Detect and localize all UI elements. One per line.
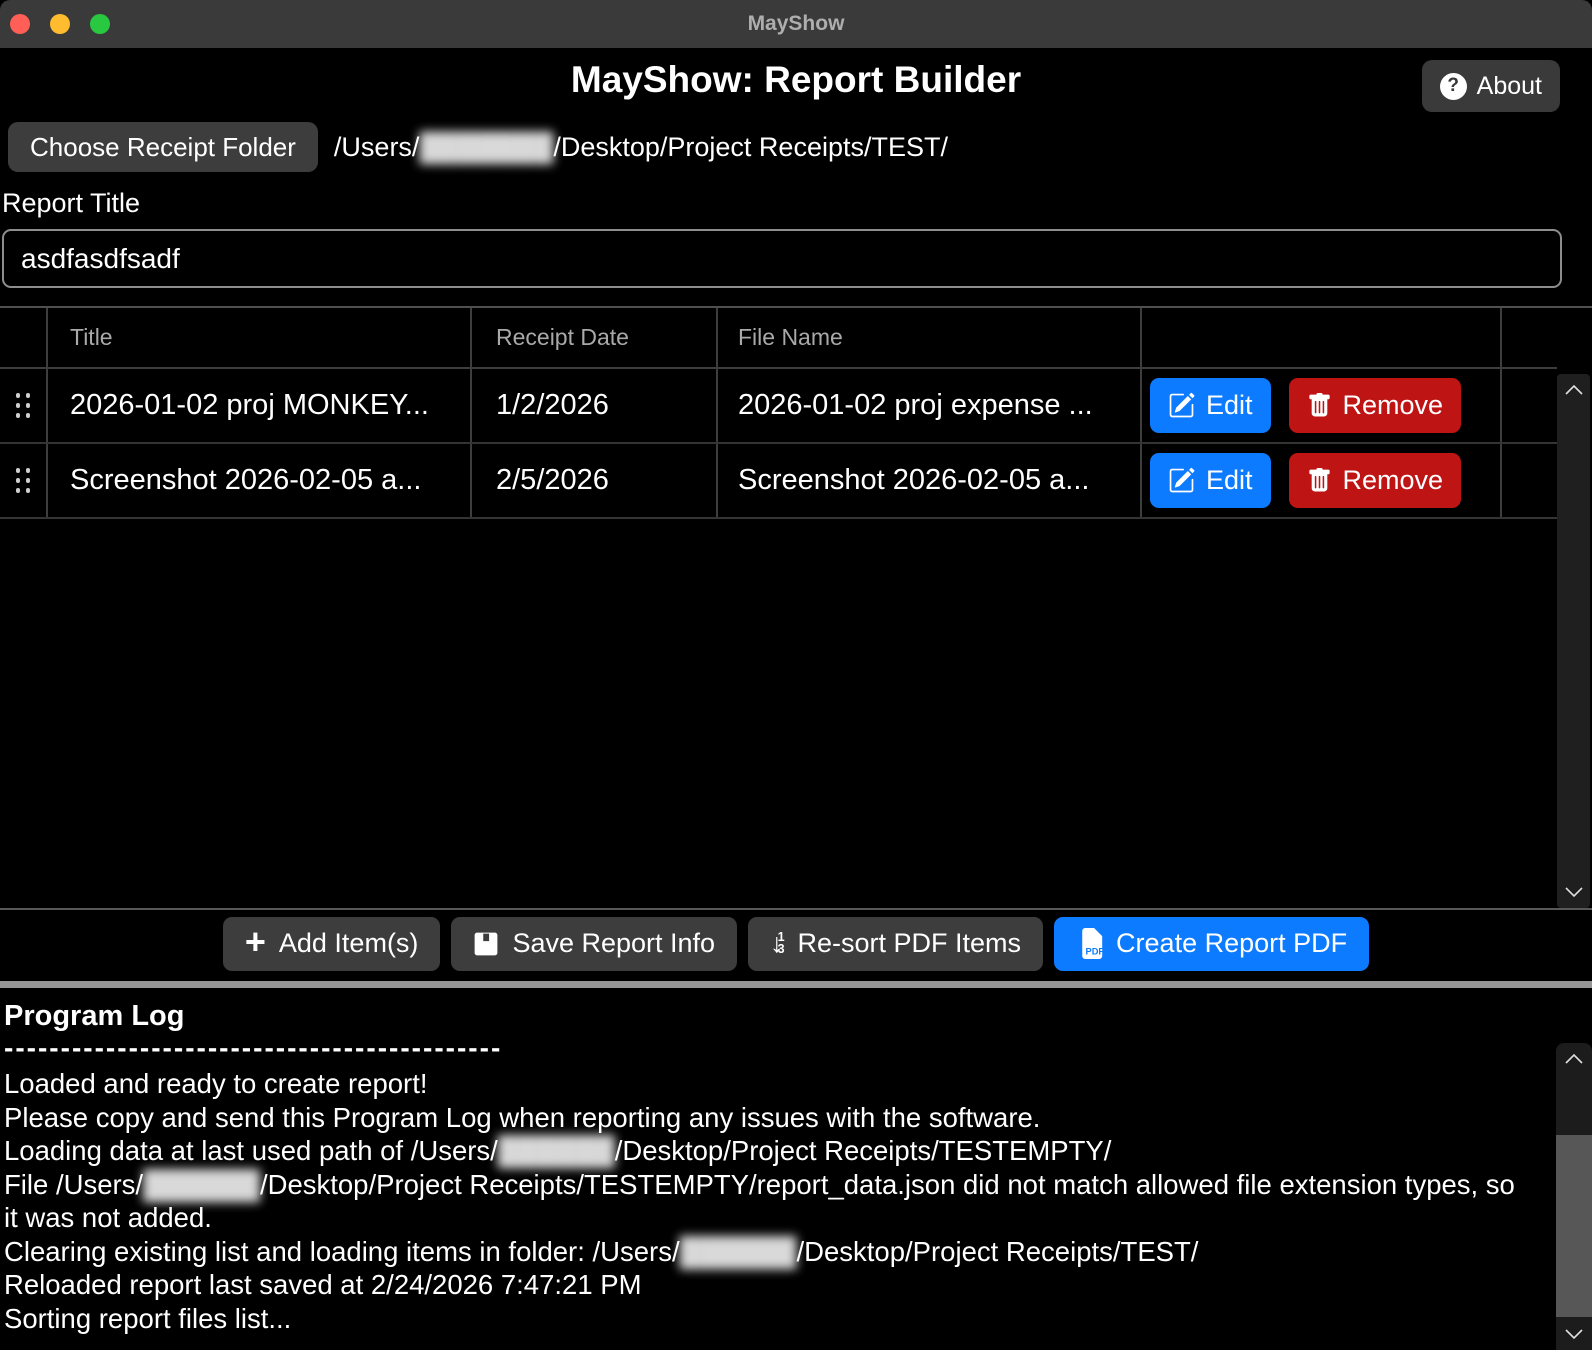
edit-label: Edit [1206,390,1253,421]
column-header-title: Title [48,308,472,367]
edit-label: Edit [1206,465,1253,496]
log-text: Clearing existing list and loading items… [4,1236,680,1267]
toolbar: + Add Item(s) Save Report Info ↓13 Re-so… [0,908,1592,977]
program-log: Program Log ----------------------------… [0,988,1592,1350]
receipts-table: Title Receipt Date File Name 2026-01-02 … [0,306,1592,910]
path-prefix: /Users/ [334,132,420,162]
drag-handle-icon[interactable] [16,393,31,418]
remove-label: Remove [1343,390,1444,421]
receipt-rows: 2026-01-02 proj MONKEY...1/2/20262026-01… [0,369,1592,519]
add-items-label: Add Item(s) [279,928,419,959]
row-file-name-cell: 2026-01-02 proj expense ... [718,369,1142,442]
log-heading: Program Log [4,1000,1522,1033]
about-button[interactable]: ? About [1422,60,1560,112]
report-title-input[interactable] [2,229,1562,288]
receipt-folder-path: /Users/███████/Desktop/Project Receipts/… [334,132,948,163]
log-line: Loading data at last used path of /Users… [4,1134,1522,1168]
resort-label: Re-sort PDF Items [798,928,1022,959]
table-row: Screenshot 2026-02-05 a...2/5/2026Screen… [0,444,1557,519]
pencil-square-icon [1168,467,1195,494]
log-text: Loading data at last used path of /Users… [4,1135,498,1166]
log-scrollbar-thumb[interactable] [1556,1135,1592,1317]
log-divider [0,981,1592,988]
row-actions-cell: Edit Remove [1142,369,1502,442]
row-actions-cell: Edit Remove [1142,444,1502,517]
svg-text:PDF: PDF [1086,947,1103,957]
trash-icon [1307,467,1332,494]
log-line: Clearing existing list and loading items… [4,1235,1522,1269]
path-suffix: /Desktop/Project Receipts/TEST/ [553,132,948,162]
edit-button[interactable]: Edit [1150,453,1271,508]
column-header-receipt-date: Receipt Date [472,308,718,367]
folder-row: Choose Receipt Folder /Users/███████/Des… [8,122,948,172]
log-text: File /Users/ [4,1169,143,1200]
save-report-label: Save Report Info [512,928,715,959]
create-report-pdf-button[interactable]: PDF Create Report PDF [1054,917,1369,971]
remove-label: Remove [1343,465,1444,496]
report-title-label: Report Title [2,188,140,219]
redacted-username: ██████ [143,1169,260,1200]
log-text: /Desktop/Project Receipts/TESTEMPTY/ [615,1135,1112,1166]
choose-receipt-folder-button[interactable]: Choose Receipt Folder [8,122,318,172]
save-report-info-button[interactable]: Save Report Info [451,917,737,971]
redacted-username: ███████ [419,132,553,162]
redacted-username: ██████ [498,1135,615,1166]
log-line: File /Users/██████/Desktop/Project Recei… [4,1168,1522,1235]
table-header: Title Receipt Date File Name [0,308,1557,369]
log-line: Please copy and send this Program Log wh… [4,1101,1522,1135]
log-line: Sorting report files list... [4,1302,1522,1336]
table-row: 2026-01-02 proj MONKEY...1/2/20262026-01… [0,369,1557,444]
create-pdf-label: Create Report PDF [1116,928,1347,959]
plus-icon: + [245,927,266,957]
header-gutter [1502,308,1557,367]
log-text: Loaded and ready to create report! [4,1068,427,1099]
chevron-down-icon[interactable] [1556,1328,1592,1341]
log-line: Loaded and ready to create report! [4,1067,1522,1101]
question-circle-icon: ? [1440,73,1467,100]
drag-column-header [0,308,48,367]
titlebar: MayShow [0,0,1592,48]
add-items-button[interactable]: + Add Item(s) [223,917,441,971]
save-icon [473,931,499,957]
log-text: Please copy and send this Program Log wh… [4,1102,1040,1133]
drag-handle-icon[interactable] [16,468,31,493]
row-receipt-date-cell: 2/5/2026 [472,444,718,517]
table-scrollbar[interactable] [1557,374,1590,908]
log-scrollbar[interactable] [1556,1043,1592,1350]
window-title: MayShow [0,12,1592,36]
redacted-username: ██████ [680,1236,797,1267]
log-separator-line: ----------------------------------------… [4,1033,504,1063]
log-text: /Desktop/Project Receipts/TEST/ [797,1236,1199,1267]
log-lines: Loaded and ready to create report!Please… [4,1067,1522,1335]
remove-button[interactable]: Remove [1289,453,1462,508]
row-file-name-cell: Screenshot 2026-02-05 a... [718,444,1142,517]
page-title: MayShow: Report Builder [0,58,1592,102]
chevron-up-icon[interactable] [1557,383,1590,396]
actions-column-header [1142,308,1502,367]
file-pdf-icon: PDF [1076,928,1103,959]
sort-numeric-down-icon: ↓13 [770,928,784,959]
trash-icon [1307,392,1332,419]
column-header-file-name: File Name [718,308,1142,367]
row-gutter [1502,444,1557,517]
row-title-cell: Screenshot 2026-02-05 a... [48,444,472,517]
chevron-up-icon[interactable] [1556,1052,1592,1065]
row-title-cell: 2026-01-02 proj MONKEY... [48,369,472,442]
chevron-down-icon[interactable] [1557,886,1590,899]
pencil-square-icon [1168,392,1195,419]
remove-button[interactable]: Remove [1289,378,1462,433]
edit-button[interactable]: Edit [1150,378,1271,433]
log-line: Reloaded report last saved at 2/24/2026 … [4,1268,1522,1302]
resort-pdf-items-button[interactable]: ↓13 Re-sort PDF Items [748,917,1043,971]
row-gutter [1502,369,1557,442]
about-label: About [1477,72,1542,101]
log-text: Reloaded report last saved at 2/24/2026 … [4,1269,642,1300]
log-text: Sorting report files list... [4,1303,291,1334]
row-receipt-date-cell: 1/2/2026 [472,369,718,442]
